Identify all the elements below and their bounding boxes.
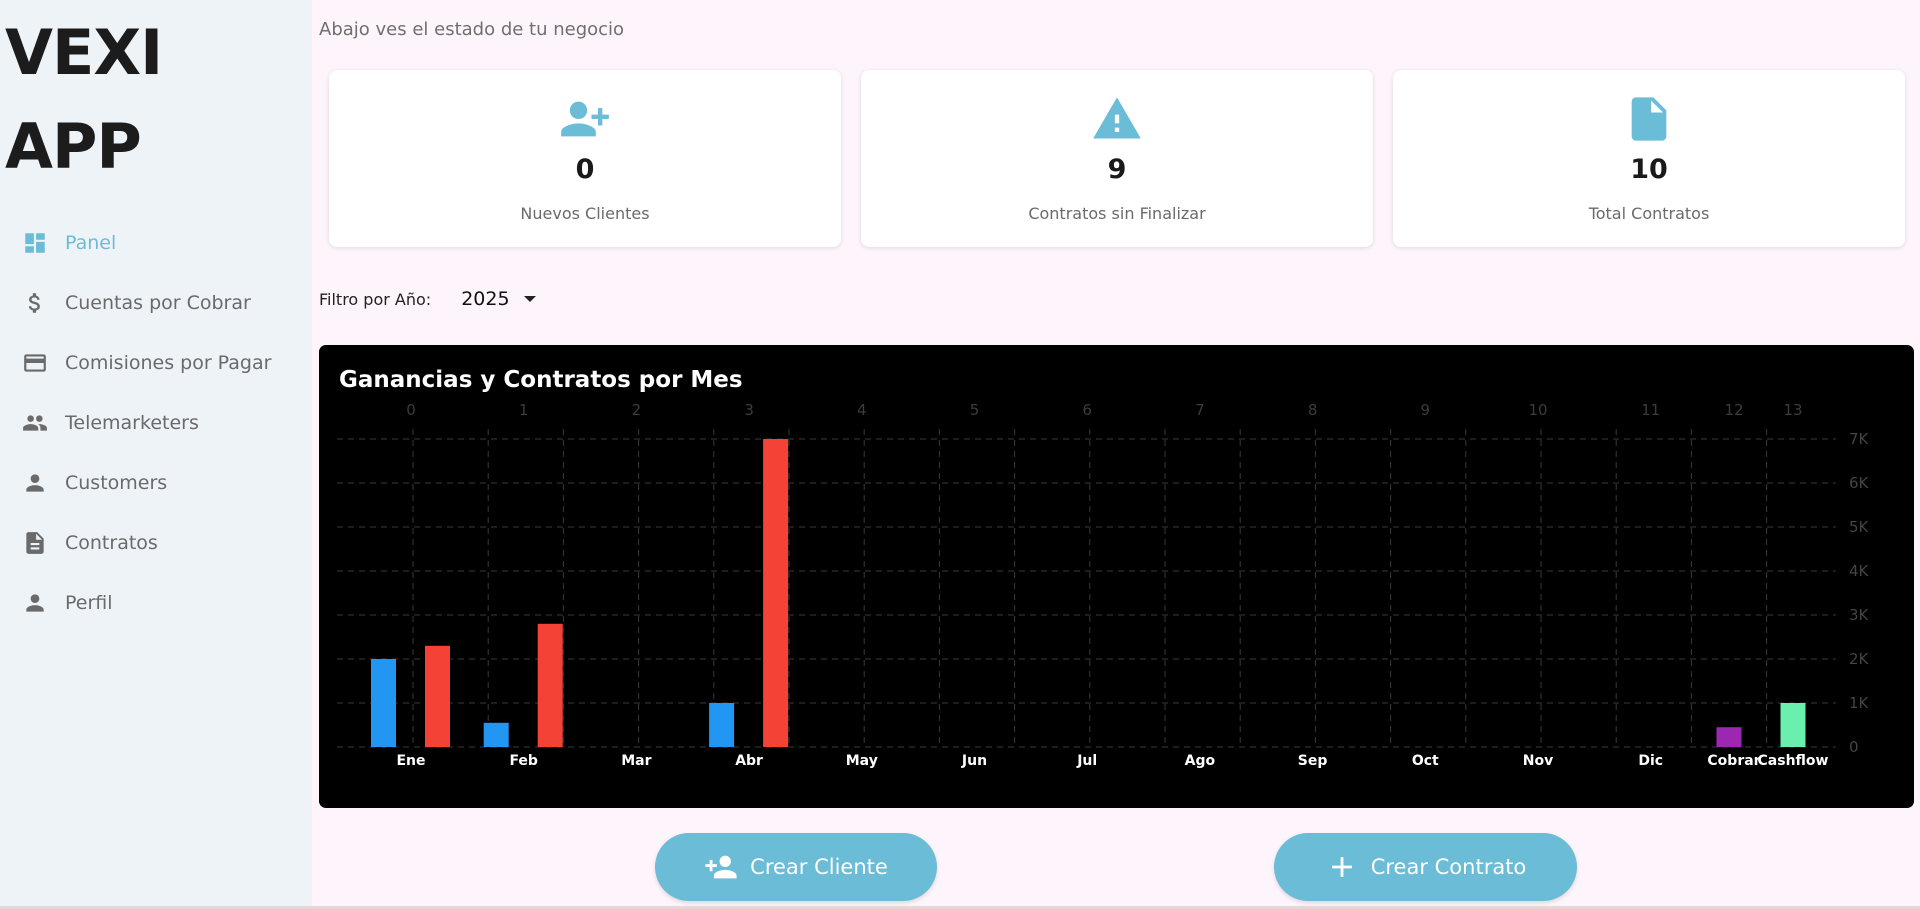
x-tick-label: Jul — [1076, 753, 1097, 769]
x-tick-label: Cashflow — [1758, 753, 1829, 769]
top-tick-label: 13 — [1783, 401, 1802, 419]
bar — [483, 722, 509, 747]
x-tick-label: Sep — [1298, 753, 1328, 769]
top-tick-label: 8 — [1308, 401, 1318, 419]
top-tick-label: 4 — [857, 401, 867, 419]
y-tick-label: 1K — [1849, 694, 1870, 712]
people-icon — [20, 408, 50, 438]
x-tick-label: Dic — [1638, 753, 1663, 769]
app-logo[interactable]: VEXI APP — [5, 6, 163, 194]
sidebar-item-label: Panel — [65, 232, 117, 254]
sidebar-item-customers[interactable]: Customers — [0, 453, 312, 513]
top-tick-label: 5 — [970, 401, 980, 419]
stat-value: 0 — [575, 154, 595, 185]
top-tick-label: 0 — [406, 401, 416, 419]
top-tick-label: 3 — [744, 401, 754, 419]
sidebar-item-label: Cuentas por Cobrar — [65, 292, 251, 314]
create-contract-button[interactable]: Crear Contrato — [1274, 833, 1577, 901]
logo-line-1: VEXI — [5, 16, 163, 89]
year-filter: Filtro por Año: 2025 — [319, 288, 536, 310]
y-tick-label: 2K — [1849, 650, 1870, 668]
chart-canvas: 01K2K3K4K5K6K7K0 1 2 3 4 5 6 7 8 9 10 11 12 13Ene Feb M… — [337, 401, 1870, 769]
stat-label: Contratos sin Finalizar — [1028, 204, 1206, 223]
year-select-value: 2025 — [461, 288, 510, 310]
stat-label: Nuevos Clientes — [520, 204, 650, 223]
year-select[interactable]: 2025 — [461, 288, 536, 310]
create-client-button[interactable]: Crear Cliente — [655, 833, 937, 901]
top-tick-label: 9 — [1421, 401, 1431, 419]
top-tick-label: 12 — [1724, 401, 1743, 419]
chevron-down-icon — [523, 296, 536, 302]
sidebar-item-telemarketers[interactable]: Telemarketers — [0, 393, 312, 453]
stat-label: Total Contratos — [1588, 204, 1710, 223]
stat-value: 10 — [1630, 154, 1668, 185]
sidebar-item-label: Contratos — [65, 532, 158, 554]
x-tick-label: Abr — [735, 753, 763, 769]
x-tick-label: Ene — [396, 753, 425, 769]
person-icon — [20, 588, 50, 618]
sidebar-item-label: Telemarketers — [65, 412, 199, 434]
bar — [371, 659, 396, 747]
sidebar-item-perfil[interactable]: Perfil — [0, 573, 312, 633]
top-tick-label: 6 — [1082, 401, 1092, 419]
bar — [537, 623, 563, 747]
dollar-icon — [20, 288, 50, 318]
x-tick-label: Cobrar — [1707, 753, 1760, 769]
sidebar: VEXI APP Panel Cuentas por Cobrar Comisi… — [0, 0, 312, 909]
x-tick-label: Oct — [1412, 753, 1439, 769]
warning-icon — [1091, 93, 1143, 145]
plus-icon — [1325, 850, 1359, 884]
bar — [709, 703, 735, 747]
credit-card-icon — [20, 348, 50, 378]
y-tick-label: 5K — [1849, 518, 1870, 536]
x-tick-label: Mar — [621, 753, 651, 769]
sidebar-item-panel[interactable]: Panel — [0, 213, 312, 273]
top-tick-label: 1 — [519, 401, 529, 419]
top-tick-label: 10 — [1528, 401, 1547, 419]
person-add-icon — [559, 93, 611, 145]
stat-card-contratos-sin-finalizar: 9 Contratos sin Finalizar — [861, 70, 1373, 247]
bar — [763, 439, 789, 747]
sidebar-nav: Panel Cuentas por Cobrar Comisiones por … — [0, 213, 312, 633]
stat-card-total-contratos: 10 Total Contratos — [1393, 70, 1905, 247]
sidebar-item-label: Perfil — [65, 592, 113, 614]
page-subtitle: Abajo ves el estado de tu negocio — [319, 19, 625, 40]
logo-line-2: APP — [5, 110, 142, 183]
stat-card-nuevos-clientes: 0 Nuevos Clientes — [329, 70, 841, 247]
bar — [1780, 703, 1806, 747]
earnings-chart: Ganancias y Contratos por Mes 0 1K 2K 3K 4K 5… — [319, 345, 1914, 808]
sidebar-item-label: Customers — [65, 472, 168, 494]
file-icon — [1623, 93, 1675, 145]
x-tick-label: Ago — [1185, 753, 1216, 769]
x-tick-label: Nov — [1523, 753, 1553, 769]
top-tick-label: 2 — [632, 401, 642, 419]
bar — [425, 645, 450, 747]
sidebar-item-comisiones-por-pagar[interactable]: Comisiones por Pagar — [0, 333, 312, 393]
y-tick-label: 3K — [1849, 606, 1870, 624]
create-contract-label: Crear Contrato — [1370, 855, 1527, 879]
create-client-label: Crear Cliente — [750, 855, 888, 879]
person-icon — [20, 468, 50, 498]
y-tick-label: 7K — [1849, 430, 1870, 448]
dashboard-icon — [20, 228, 50, 258]
sidebar-item-cuentas-por-cobrar[interactable]: Cuentas por Cobrar — [0, 273, 312, 333]
top-tick-label: 7 — [1195, 401, 1205, 419]
sidebar-item-contratos[interactable]: Contratos — [0, 513, 312, 573]
person-add-icon — [704, 850, 738, 884]
document-icon — [20, 528, 50, 558]
x-tick-label: Feb — [509, 753, 538, 769]
bar — [1716, 727, 1742, 747]
x-tick-label: Jun — [961, 753, 987, 769]
x-tick-label: May — [846, 753, 878, 769]
year-filter-label: Filtro por Año: — [319, 289, 432, 309]
y-tick-label: 4K — [1849, 562, 1870, 580]
y-tick-label: 6K — [1849, 474, 1870, 492]
top-tick-label: 11 — [1641, 401, 1660, 419]
y-tick-label: 0 — [1849, 738, 1859, 756]
sidebar-item-label: Comisiones por Pagar — [65, 352, 272, 374]
stat-value: 9 — [1107, 154, 1127, 185]
